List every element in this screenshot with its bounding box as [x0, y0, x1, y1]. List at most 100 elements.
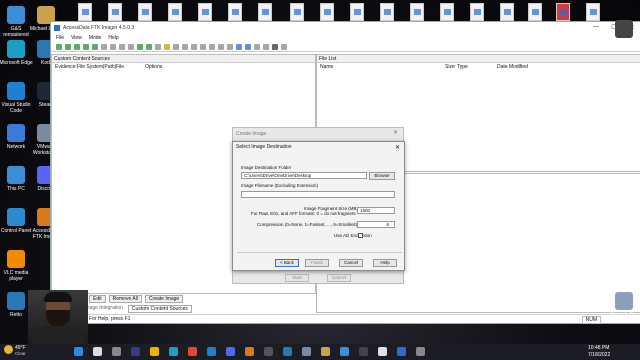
taskbar-app-icon[interactable]: [397, 347, 406, 356]
toolbar-button-icon[interactable]: [236, 43, 242, 50]
col-type[interactable]: Type: [454, 63, 494, 71]
taskbar-app-icon[interactable]: [207, 347, 216, 356]
toolbar-button-icon[interactable]: [101, 43, 107, 50]
dialog-cancel-button[interactable]: Cancel: [339, 259, 363, 267]
taskbar-app-icon[interactable]: [264, 347, 273, 356]
file-icon[interactable]: [228, 3, 242, 21]
taskbar-app-icon[interactable]: [131, 347, 140, 356]
toolbar-button-icon[interactable]: [128, 43, 134, 50]
taskbar-app-icon[interactable]: [378, 347, 387, 356]
toolbar-button-icon[interactable]: [209, 43, 215, 50]
col-options[interactable]: Options: [142, 63, 162, 71]
taskbar-app-icon[interactable]: [302, 347, 311, 356]
taskbar-app-icon[interactable]: [340, 347, 349, 356]
file-icon[interactable]: [350, 3, 364, 21]
create-image-close-icon[interactable]: ✕: [393, 129, 398, 136]
file-icon[interactable]: [440, 3, 454, 21]
col-date-modified[interactable]: Date Modified: [494, 63, 528, 71]
toolbar-button-icon[interactable]: [164, 43, 170, 50]
taskbar-app-icon[interactable]: [359, 347, 368, 356]
toolbar-button-icon[interactable]: [155, 43, 161, 50]
file-icon[interactable]: [198, 3, 212, 21]
col-size[interactable]: Size: [442, 63, 455, 71]
taskbar-app-icon[interactable]: [112, 347, 121, 356]
help-button[interactable]: Help: [373, 259, 397, 267]
file-icon[interactable]: [168, 3, 182, 21]
taskbar-app-icon[interactable]: [321, 347, 330, 356]
clock-time[interactable]: 10:48 PM: [588, 345, 609, 351]
taskbar-app-icon[interactable]: [150, 347, 159, 356]
toolbar-button-icon[interactable]: [119, 43, 125, 50]
browse-button[interactable]: Browse: [369, 172, 395, 180]
toolbar-button-icon[interactable]: [182, 43, 188, 50]
taskbar-app-icon[interactable]: [226, 347, 235, 356]
file-icon[interactable]: [320, 3, 334, 21]
file-icon[interactable]: [556, 3, 570, 21]
toolbar-button-icon[interactable]: [74, 43, 80, 50]
menu-mode[interactable]: Mode: [89, 35, 102, 41]
toolbar-button-icon[interactable]: [92, 43, 98, 50]
taskbar-app-icon[interactable]: [283, 347, 292, 356]
toolbar-button-icon[interactable]: [173, 43, 179, 50]
toolbar-button-icon[interactable]: [218, 43, 224, 50]
file-icon[interactable]: [410, 3, 424, 21]
remove-all-button[interactable]: Remove All: [108, 294, 142, 303]
taskbar-app-icon[interactable]: [93, 347, 102, 356]
col-evidence[interactable]: Evidence:File System|Path|File: [52, 63, 142, 71]
toolbar-button-icon[interactable]: [191, 43, 197, 50]
file-icon[interactable]: [586, 3, 600, 21]
toolbar-button-icon[interactable]: [137, 43, 143, 50]
taskbar-app-icon[interactable]: [169, 347, 178, 356]
toolbar-button-icon[interactable]: [263, 43, 269, 50]
toolbar-button-icon[interactable]: [56, 43, 62, 50]
compression-spinner[interactable]: 6: [357, 221, 395, 228]
toolbar-button-icon[interactable]: [110, 43, 116, 50]
menu-help[interactable]: Help: [108, 35, 118, 41]
desktop-icon-vlc-media-player[interactable]: VLC media player: [0, 250, 34, 282]
toolbar-button-icon[interactable]: [200, 43, 206, 50]
file-icon[interactable]: [500, 3, 514, 21]
taskbar-app-icon[interactable]: [74, 347, 83, 356]
encryption-checkbox[interactable]: [358, 233, 363, 238]
menu-view[interactable]: View: [71, 35, 82, 41]
clock-date[interactable]: 7/18/2022: [588, 352, 610, 358]
file-icon[interactable]: [138, 3, 152, 21]
toolbar-button-icon[interactable]: [146, 43, 152, 50]
col-name[interactable]: Name: [317, 63, 442, 71]
file-icon[interactable]: [290, 3, 304, 21]
desktop-icon-recycle-bin[interactable]: Recycle Bin: [606, 292, 640, 318]
back-button[interactable]: < Back: [275, 259, 299, 267]
weather-icon[interactable]: [4, 345, 13, 354]
menu-file[interactable]: File: [56, 35, 64, 41]
toolbar-button-icon[interactable]: [272, 43, 278, 50]
desktop-icon-ableton[interactable]: Ableton Academy: [606, 20, 640, 52]
create-image-cancel-button[interactable]: Cancel: [327, 274, 351, 282]
file-icon[interactable]: [78, 3, 92, 21]
toolbar-button-icon[interactable]: [245, 43, 251, 50]
file-icon[interactable]: [470, 3, 484, 21]
toolbar-button-icon[interactable]: [254, 43, 260, 50]
create-image-button[interactable]: Create Image: [144, 294, 184, 303]
taskbar-app-icon[interactable]: [188, 347, 197, 356]
file-icon[interactable]: [108, 3, 122, 21]
file-icon[interactable]: [380, 3, 394, 21]
toolbar-button-icon[interactable]: [227, 43, 233, 50]
taskbar-app-icon[interactable]: [416, 347, 425, 356]
taskbar-app-icon[interactable]: [245, 347, 254, 356]
file-icon[interactable]: [528, 3, 542, 21]
app-icon: [7, 40, 25, 58]
tab-custom-content-sources[interactable]: Custom Content Sources: [127, 305, 192, 313]
finish-button[interactable]: Finish: [305, 259, 329, 267]
edit-button[interactable]: Edit: [89, 294, 106, 303]
fragment-size-input[interactable]: 1500: [357, 207, 395, 214]
filename-input[interactable]: [241, 191, 395, 198]
start-button[interactable]: Start: [285, 274, 309, 282]
custom-content-columns: Evidence:File System|Path|File Options: [52, 63, 315, 71]
toolbar-button-icon[interactable]: [65, 43, 71, 50]
dialog-close-icon[interactable]: ✕: [395, 144, 400, 151]
destination-folder-input[interactable]: C:\Users\Drive\OneDrive\Desktop: [241, 172, 367, 179]
toolbar-button-icon[interactable]: [281, 43, 287, 50]
minimize-button[interactable]: —: [587, 24, 605, 31]
file-icon[interactable]: [258, 3, 272, 21]
toolbar-button-icon[interactable]: [83, 43, 89, 50]
